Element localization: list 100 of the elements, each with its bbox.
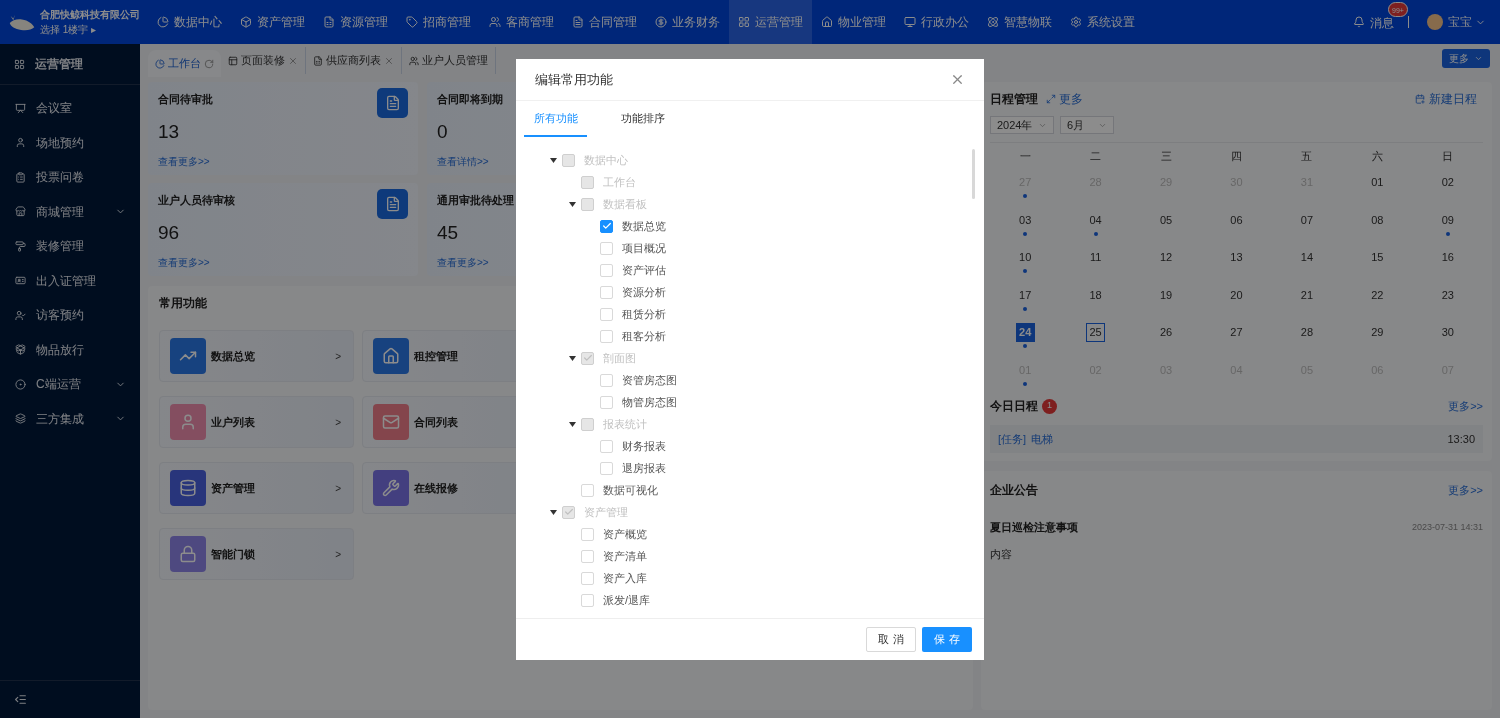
more-link[interactable]: 更多 bbox=[1059, 90, 1083, 108]
sidebar-item[interactable]: 访客预约 bbox=[0, 298, 140, 333]
dialog-tab[interactable]: 所有功能 bbox=[524, 101, 587, 137]
calendar-day[interactable]: 03 bbox=[1015, 210, 1035, 230]
month-select[interactable]: 6月 bbox=[1060, 116, 1114, 134]
nav-tab[interactable]: 智慧物联 bbox=[978, 0, 1061, 44]
function-tile[interactable]: 业户列表 > bbox=[159, 396, 354, 448]
calendar-day[interactable]: 14 bbox=[1297, 248, 1317, 267]
calendar-day[interactable]: 30 bbox=[1438, 323, 1458, 342]
calendar-day[interactable]: 07 bbox=[1297, 210, 1317, 230]
nav-tab[interactable]: 系统设置 bbox=[1061, 0, 1144, 44]
sidebar-item[interactable]: 会议室 bbox=[0, 91, 140, 126]
close-icon[interactable] bbox=[384, 55, 394, 66]
sidebar-item[interactable]: 投票问卷 bbox=[0, 160, 140, 195]
sidebar-item[interactable]: 装修管理 bbox=[0, 229, 140, 264]
function-tile[interactable]: 资产管理 > bbox=[159, 462, 354, 514]
save-button[interactable]: 保 存 bbox=[922, 627, 972, 652]
more-link[interactable]: 更多>> bbox=[1448, 397, 1483, 415]
calendar-day[interactable]: 15 bbox=[1367, 248, 1387, 267]
sidebar-item[interactable]: 商城管理 bbox=[0, 194, 140, 229]
building-selector[interactable]: 选择 1楼宇 ▸ bbox=[40, 22, 140, 37]
task-time: 13:30 bbox=[1447, 431, 1475, 447]
nav-tab[interactable]: 合同管理 bbox=[563, 0, 646, 44]
sidebar-item[interactable]: 场地预约 bbox=[0, 125, 140, 160]
page-tab[interactable]: 供应商列表 bbox=[306, 47, 402, 74]
calendar-day[interactable]: 11 bbox=[1086, 248, 1106, 267]
nav-icon bbox=[572, 16, 584, 28]
function-tile[interactable]: 智能门锁 > bbox=[159, 528, 354, 580]
sidebar-item[interactable]: C端运营 bbox=[0, 367, 140, 402]
notice-title[interactable]: 夏日巡检注意事项 bbox=[990, 519, 1078, 536]
calendar-day[interactable]: 28 bbox=[1297, 323, 1317, 342]
calendar-day[interactable]: 05 bbox=[1156, 210, 1176, 230]
year-select[interactable]: 2024年 bbox=[990, 116, 1054, 134]
nav-tab[interactable]: 数据中心 bbox=[148, 0, 231, 44]
messages-link[interactable]: 消息 bbox=[1370, 16, 1394, 30]
calendar-day[interactable]: 26 bbox=[1156, 323, 1176, 342]
calendar-day[interactable]: 13 bbox=[1227, 248, 1246, 267]
calendar-day[interactable]: 17 bbox=[1015, 285, 1035, 305]
card-title: 日程管理 bbox=[990, 91, 1038, 108]
view-more-link[interactable]: 查看更多>> bbox=[158, 255, 210, 270]
close-icon[interactable] bbox=[950, 72, 965, 87]
nav-tab[interactable]: 招商管理 bbox=[397, 0, 480, 44]
avatar[interactable] bbox=[1427, 14, 1443, 30]
cancel-button[interactable]: 取 消 bbox=[866, 627, 916, 652]
calendar-day[interactable]: 21 bbox=[1297, 285, 1317, 305]
task-tag: [任务] bbox=[998, 430, 1027, 448]
calendar-day[interactable]: 08 bbox=[1367, 210, 1387, 230]
dialog-tab[interactable]: 功能排序 bbox=[611, 101, 674, 137]
view-more-link[interactable]: 查看更多>> bbox=[158, 154, 210, 169]
calendar-day[interactable]: 18 bbox=[1086, 285, 1106, 305]
nav-tab[interactable]: 资源管理 bbox=[314, 0, 397, 44]
bell-icon[interactable] bbox=[1353, 16, 1365, 28]
sidebar-item[interactable]: 三方集成 bbox=[0, 401, 140, 436]
nav-tab[interactable]: 客商管理 bbox=[480, 0, 563, 44]
refresh-icon[interactable] bbox=[204, 58, 214, 69]
new-schedule-link[interactable]: 新建日程 bbox=[1429, 90, 1477, 108]
calendar-day[interactable]: 16 bbox=[1438, 248, 1458, 267]
page-tab[interactable]: 业户人员管理 bbox=[402, 47, 496, 74]
card-title: 今日日程 bbox=[990, 398, 1038, 415]
nav-tab[interactable]: 行政办公 bbox=[895, 0, 978, 44]
nav-icon bbox=[1070, 16, 1082, 28]
nav-tab[interactable]: 资产管理 bbox=[231, 0, 314, 44]
calendar-day[interactable]: 04 bbox=[1086, 210, 1106, 230]
expand-icon[interactable] bbox=[1046, 94, 1056, 104]
page-tab[interactable]: 页面装修 bbox=[221, 47, 306, 74]
page-tab[interactable]: 工作台 bbox=[148, 50, 221, 77]
sidebar-item[interactable]: 物品放行 bbox=[0, 332, 140, 367]
collapse-icon[interactable] bbox=[14, 693, 27, 706]
count-badge: 1 bbox=[1042, 398, 1057, 414]
nav-tab[interactable]: 业务财务 bbox=[646, 0, 729, 44]
calendar-icon[interactable] bbox=[1415, 94, 1425, 104]
calendar-day[interactable]: 19 bbox=[1156, 285, 1176, 305]
function-tile[interactable]: 数据总览 > bbox=[159, 330, 354, 382]
calendar-day[interactable]: 27 bbox=[1227, 323, 1246, 342]
check-icon bbox=[563, 507, 574, 517]
calendar-day[interactable]: 01 bbox=[1367, 173, 1387, 192]
calendar-day[interactable]: 12 bbox=[1156, 248, 1176, 267]
calendar-day[interactable]: 29 bbox=[1367, 323, 1387, 342]
calendar-day[interactable]: 22 bbox=[1367, 285, 1387, 305]
close-icon[interactable] bbox=[288, 55, 298, 66]
sidebar-item[interactable]: 出入证管理 bbox=[0, 263, 140, 298]
calendar-day[interactable]: 24 bbox=[1015, 323, 1035, 342]
calendar-day[interactable]: 02 bbox=[1438, 173, 1458, 192]
calendar-day[interactable]: 20 bbox=[1227, 285, 1246, 305]
scrollbar-thumb[interactable] bbox=[972, 149, 975, 199]
menu-item-icon bbox=[15, 206, 26, 218]
user-name[interactable]: 宝宝 bbox=[1448, 13, 1472, 31]
calendar-day[interactable]: 06 bbox=[1227, 210, 1246, 230]
nav-tab[interactable]: 物业管理 bbox=[812, 0, 895, 44]
view-more-link[interactable]: 查看详情>> bbox=[437, 154, 489, 169]
nav-icon bbox=[987, 16, 999, 28]
view-more-link[interactable]: 查看更多>> bbox=[437, 255, 489, 270]
calendar-day[interactable]: 25 bbox=[1086, 323, 1106, 342]
more-dropdown-button[interactable]: 更多 bbox=[1442, 49, 1490, 68]
nav-tab[interactable]: 运营管理 bbox=[729, 0, 812, 44]
more-link[interactable]: 更多>> bbox=[1448, 481, 1483, 499]
calendar-day[interactable]: 10 bbox=[1015, 248, 1035, 267]
calendar-day[interactable]: 23 bbox=[1438, 285, 1458, 305]
schedule-item[interactable]: [任务] 电梯 13:30 bbox=[990, 425, 1483, 453]
calendar-day[interactable]: 09 bbox=[1438, 210, 1458, 230]
